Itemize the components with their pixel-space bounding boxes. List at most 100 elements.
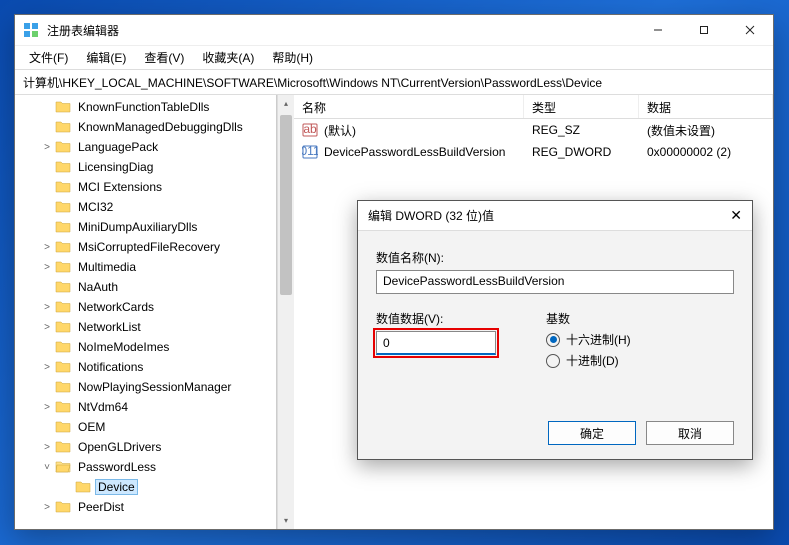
dialog-close-button[interactable]: ✕: [730, 207, 742, 224]
ok-button[interactable]: 确定: [548, 421, 636, 445]
value-name-field[interactable]: DevicePasswordLessBuildVersion: [376, 270, 734, 294]
col-name[interactable]: 名称: [294, 95, 524, 118]
menu-view[interactable]: 查看(V): [136, 46, 192, 69]
tree-item-label: OpenGLDrivers: [75, 439, 164, 455]
value-type: REG_SZ: [524, 121, 639, 139]
menu-help[interactable]: 帮助(H): [264, 46, 321, 69]
radio-dec-dot: [546, 354, 560, 368]
tree-item[interactable]: ˃ OpenGLDrivers: [15, 437, 276, 457]
value-data-input[interactable]: [376, 331, 496, 355]
folder-icon: [55, 119, 71, 135]
tree-item-label: OEM: [75, 419, 108, 435]
folder-icon: [55, 299, 71, 315]
tree-item[interactable]: Device: [15, 477, 276, 497]
tree-item[interactable]: KnownFunctionTableDlls: [15, 97, 276, 117]
radio-dec-label: 十进制(D): [566, 352, 619, 369]
scroll-thumb[interactable]: [280, 115, 292, 295]
tree-item[interactable]: ˃NetworkCards: [15, 297, 276, 317]
col-data[interactable]: 数据: [639, 95, 773, 118]
tree-item-label: Notifications: [75, 359, 146, 375]
expander-icon[interactable]: ˃: [39, 442, 55, 453]
tree-item-label: MsiCorruptedFileRecovery: [75, 239, 223, 255]
folder-icon: [75, 479, 91, 495]
tree-item[interactable]: MCI32: [15, 197, 276, 217]
tree-item-label: Device: [95, 479, 138, 495]
folder-icon: [55, 439, 71, 455]
tree-item-label: NoImeModeImes: [75, 339, 172, 355]
list-row[interactable]: ab (默认) REG_SZ(数值未设置): [294, 119, 773, 141]
close-button[interactable]: [727, 15, 773, 45]
tree-item[interactable]: ˃LanguagePack: [15, 137, 276, 157]
value-name: DevicePasswordLessBuildVersion: [324, 145, 505, 159]
tree-item-label: NetworkList: [75, 319, 144, 335]
expander-icon[interactable]: ˃: [39, 242, 55, 253]
edit-dword-dialog: 编辑 DWORD (32 位)值 ✕ 数值名称(N): DevicePasswo…: [357, 200, 753, 460]
address-bar[interactable]: 计算机\HKEY_LOCAL_MACHINE\SOFTWARE\Microsof…: [15, 69, 773, 95]
tree-item[interactable]: NowPlayingSessionManager: [15, 377, 276, 397]
expander-icon[interactable]: ˃: [39, 362, 55, 373]
tree-item[interactable]: MCI Extensions: [15, 177, 276, 197]
folder-icon: [55, 199, 71, 215]
tree-item[interactable]: NaAuth: [15, 277, 276, 297]
regedit-icon: [23, 22, 39, 38]
value-data: (数值未设置): [639, 120, 773, 141]
scroll-down-icon[interactable]: ▾: [278, 512, 294, 529]
address-text: 计算机\HKEY_LOCAL_MACHINE\SOFTWARE\Microsof…: [23, 74, 602, 91]
radio-hex-dot: [546, 333, 560, 347]
tree-item[interactable]: ˃NtVdm64: [15, 397, 276, 417]
expander-icon[interactable]: ˃: [39, 302, 55, 313]
radio-hex[interactable]: 十六进制(H): [546, 331, 734, 348]
tree-item[interactable]: KnownManagedDebuggingDlls: [15, 117, 276, 137]
dialog-title: 编辑 DWORD (32 位)值: [368, 207, 494, 224]
tree-pane[interactable]: KnownFunctionTableDlls KnownManagedDebugg…: [15, 95, 277, 529]
tree-item-label: MCI Extensions: [75, 179, 165, 195]
tree-item[interactable]: ˃ Notifications: [15, 357, 276, 377]
menu-favorites[interactable]: 收藏夹(A): [194, 46, 262, 69]
folder-icon: [55, 459, 71, 475]
tree-item[interactable]: ˃Multimedia: [15, 257, 276, 277]
tree-item[interactable]: ˃ MsiCorruptedFileRecovery: [15, 237, 276, 257]
expander-icon[interactable]: ˅: [39, 462, 55, 473]
titlebar[interactable]: 注册表编辑器: [15, 15, 773, 45]
maximize-button[interactable]: [681, 15, 727, 45]
folder-icon: [55, 499, 71, 515]
menu-edit[interactable]: 编辑(E): [78, 46, 134, 69]
folder-icon: [55, 99, 71, 115]
folder-icon: [55, 239, 71, 255]
tree-item[interactable]: ˃ NetworkList: [15, 317, 276, 337]
folder-icon: [55, 379, 71, 395]
tree-item[interactable]: ˅ PasswordLess: [15, 457, 276, 477]
binary-value-icon: 011: [302, 144, 318, 160]
expander-icon[interactable]: ˃: [39, 142, 55, 153]
string-value-icon: ab: [302, 122, 318, 138]
expander-icon[interactable]: ˃: [39, 402, 55, 413]
svg-text:011: 011: [302, 144, 318, 158]
col-type[interactable]: 类型: [524, 95, 639, 118]
tree-item-label: MiniDumpAuxiliaryDlls: [75, 219, 200, 235]
tree-item[interactable]: LicensingDiag: [15, 157, 276, 177]
tree-item-label: KnownFunctionTableDlls: [75, 99, 212, 115]
folder-icon: [55, 219, 71, 235]
cancel-button[interactable]: 取消: [646, 421, 734, 445]
list-row[interactable]: 011DevicePasswordLessBuildVersionREG_DWO…: [294, 141, 773, 163]
tree-item-label: PasswordLess: [75, 459, 159, 475]
svg-text:ab: ab: [303, 122, 317, 136]
tree-item[interactable]: OEM: [15, 417, 276, 437]
value-name: (默认): [324, 122, 356, 139]
tree-scrollbar[interactable]: ▴ ▾: [277, 95, 294, 529]
minimize-button[interactable]: [635, 15, 681, 45]
tree-item[interactable]: MiniDumpAuxiliaryDlls: [15, 217, 276, 237]
scroll-up-icon[interactable]: ▴: [278, 95, 294, 112]
radio-dec[interactable]: 十进制(D): [546, 352, 734, 369]
radio-hex-label: 十六进制(H): [566, 331, 631, 348]
expander-icon[interactable]: ˃: [39, 322, 55, 333]
expander-icon[interactable]: ˃: [39, 262, 55, 273]
tree-item-label: PeerDist: [75, 499, 127, 515]
folder-icon: [55, 319, 71, 335]
expander-icon[interactable]: ˃: [39, 502, 55, 513]
menu-file[interactable]: 文件(F): [21, 46, 76, 69]
tree-item-label: LicensingDiag: [75, 159, 156, 175]
dialog-titlebar[interactable]: 编辑 DWORD (32 位)值 ✕: [358, 201, 752, 231]
tree-item[interactable]: ˃ PeerDist: [15, 497, 276, 517]
tree-item[interactable]: NoImeModeImes: [15, 337, 276, 357]
